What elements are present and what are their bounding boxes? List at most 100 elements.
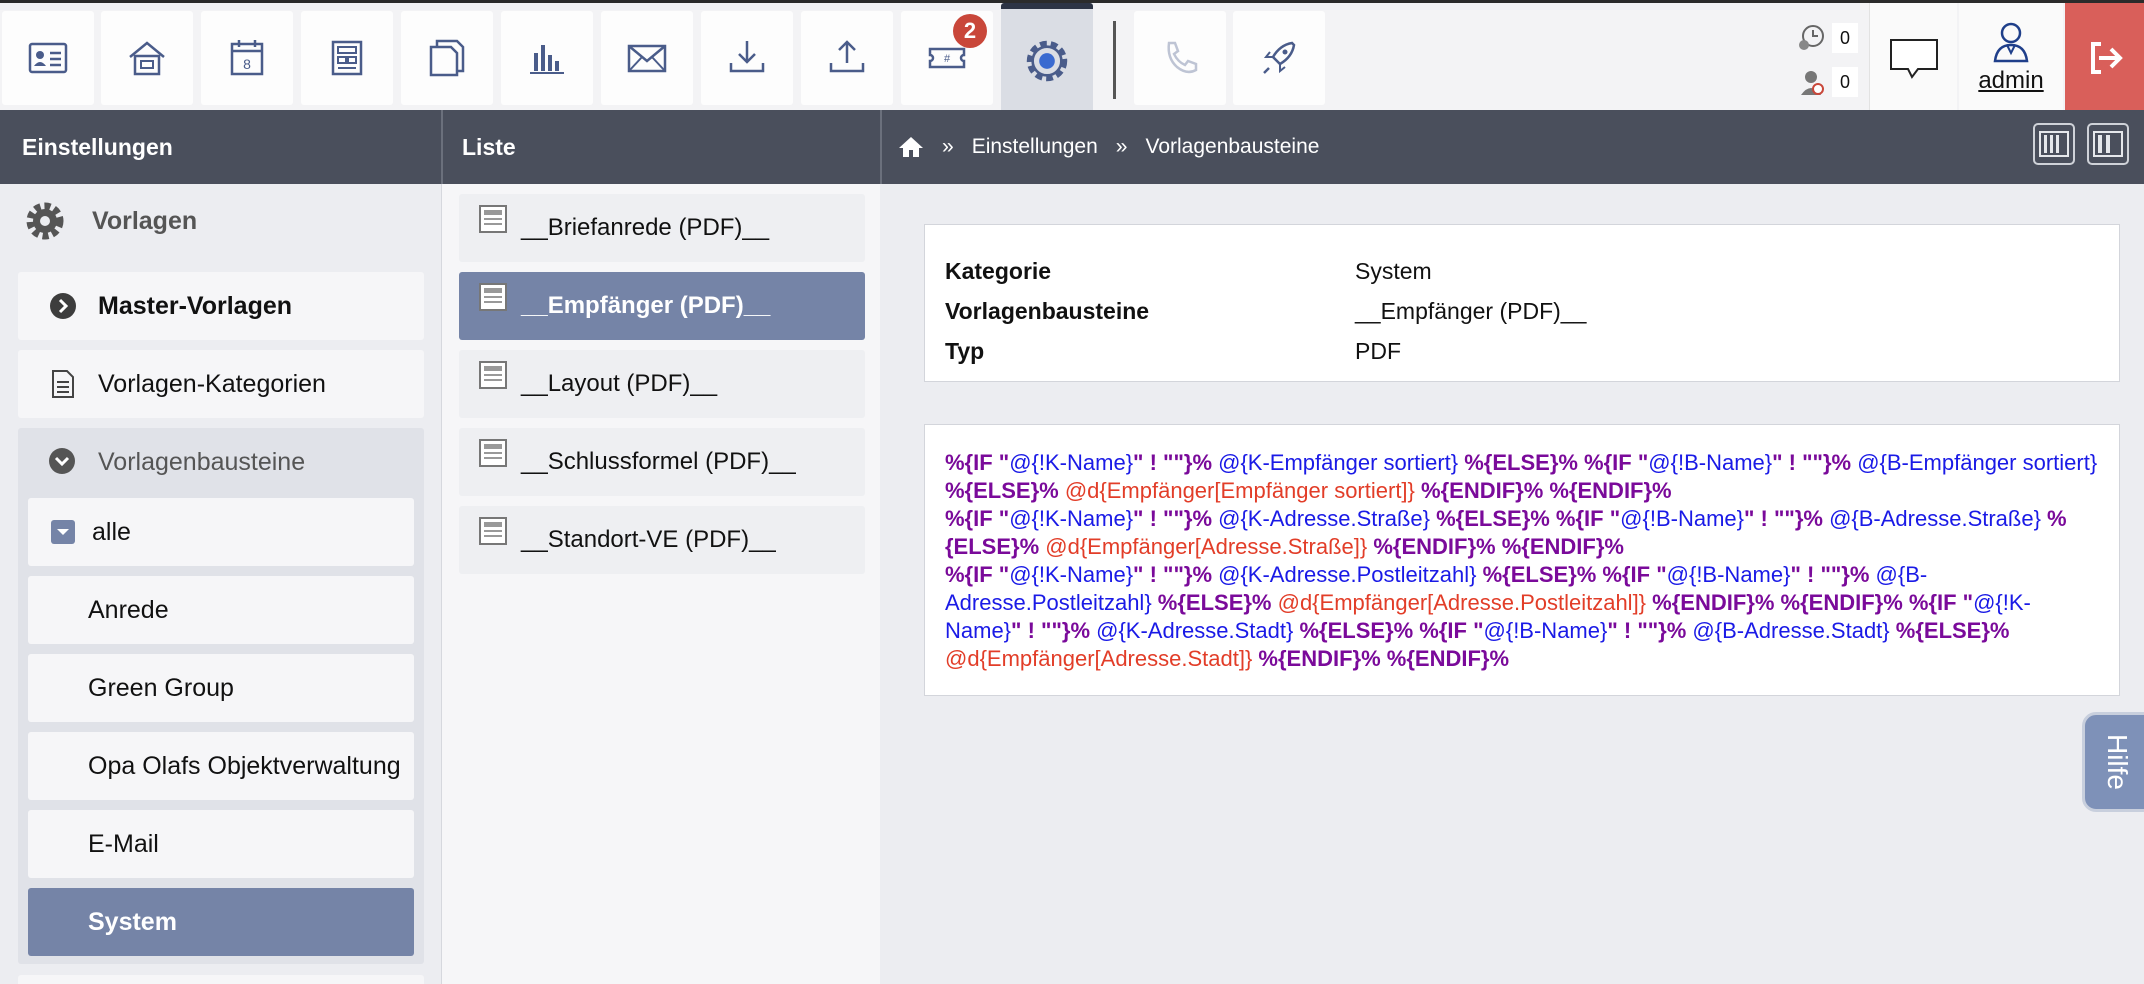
settings-column-title: Einstellungen bbox=[22, 133, 173, 160]
breadcrumb-settings[interactable]: Einstellungen bbox=[972, 135, 1098, 159]
toolbar-download-button[interactable] bbox=[701, 11, 793, 105]
sidebar-subitem-label: alle bbox=[92, 517, 131, 546]
user-count: 0 bbox=[1832, 67, 1858, 97]
template-block-icon bbox=[479, 283, 507, 311]
chevron-right-circle-icon bbox=[48, 291, 78, 321]
code-token: " ! ""}% bbox=[1133, 506, 1213, 531]
sidebar-subitem-label: Opa Olafs Objektverwaltung bbox=[88, 751, 401, 780]
toolbar-calendar-button[interactable]: 8 bbox=[201, 11, 293, 105]
settings-sidebar: Vorlagen Master-Vorlagen Vorlagen-Katego… bbox=[0, 184, 441, 984]
list-item[interactable]: __Schlussformel (PDF)__ bbox=[459, 428, 865, 496]
breadcrumb-separator: » bbox=[1115, 135, 1128, 158]
statistics-icon bbox=[530, 45, 564, 74]
code-token: %{IF " bbox=[945, 506, 1010, 531]
user-menu[interactable]: admin bbox=[1959, 3, 2063, 113]
code-token: @{!K-Name} bbox=[1009, 450, 1134, 475]
sidebar-item-label: Master-Vorlagen bbox=[98, 291, 293, 320]
toolbar-ticket-button[interactable]: # 2 bbox=[901, 11, 993, 105]
username-link[interactable]: admin bbox=[1978, 67, 2043, 95]
code-token: @{B-Empfänger sortiert} bbox=[1851, 450, 2098, 475]
code-token: %{ELSE}% bbox=[1157, 590, 1278, 615]
calendar-icon: 8 bbox=[230, 40, 264, 76]
sidebar-subitem-green-group[interactable]: Green Group bbox=[28, 654, 414, 722]
documents-icon bbox=[429, 39, 465, 77]
sidebar-item-label: Vorlagen-Kategorien bbox=[98, 369, 326, 398]
toolbar-settings-button[interactable] bbox=[1001, 3, 1093, 113]
code-token: %{IF " bbox=[945, 562, 1010, 587]
code-token: @d{Empfänger[Empfänger sortiert]} bbox=[1064, 478, 1415, 503]
list-column-title: Liste bbox=[462, 133, 516, 160]
home-icon[interactable] bbox=[898, 135, 924, 159]
info-value: PDF bbox=[1355, 337, 1401, 364]
svg-text:#: # bbox=[944, 53, 951, 65]
layout-three-columns-button[interactable] bbox=[2033, 123, 2075, 165]
chat-button[interactable] bbox=[1869, 3, 1957, 113]
user-counter[interactable]: 0 bbox=[1796, 65, 1858, 99]
gear-icon bbox=[26, 202, 64, 240]
breadcrumb-current: Vorlagenbausteine bbox=[1145, 135, 1320, 158]
ticket-count-badge: 2 bbox=[953, 14, 987, 48]
code-token: " ! ""}% bbox=[1133, 562, 1213, 587]
info-key: Kategorie bbox=[945, 257, 1052, 284]
sidebar-subitem-alle[interactable]: alle bbox=[28, 498, 414, 566]
list-item[interactable]: __Briefanrede (PDF)__ bbox=[459, 194, 865, 262]
help-tab[interactable]: Hilfe bbox=[2082, 712, 2144, 812]
code-token: @{K-Adresse.Stadt} bbox=[1090, 618, 1300, 643]
toolbar-contacts-button[interactable] bbox=[2, 11, 94, 105]
code-token: @{B-Adresse.Straße} bbox=[1822, 506, 2048, 531]
toolbar-statistics-button[interactable] bbox=[501, 11, 593, 105]
dropdown-toggle-icon[interactable] bbox=[50, 519, 76, 545]
list-item-selected[interactable]: __Empfänger (PDF)__ bbox=[459, 272, 865, 340]
code-token: @{!K-Name} bbox=[1009, 506, 1134, 531]
toolbar-rocket-button[interactable] bbox=[1233, 11, 1325, 105]
sidebar-subitem-label: Anrede bbox=[88, 595, 169, 624]
top-toolbar: 8 # 2 0 0 admin bbox=[0, 0, 2144, 113]
breadcrumb-separator: » bbox=[942, 135, 954, 158]
help-tab-label: Hilfe bbox=[2101, 733, 2133, 791]
sidebar-section-header: Vorlagen bbox=[22, 198, 197, 244]
sidebar-subitem-system[interactable]: System bbox=[28, 888, 414, 956]
code-token: %{IF " bbox=[945, 450, 1010, 475]
clock-counter[interactable]: 0 bbox=[1796, 21, 1858, 55]
toolbar-layout-button[interactable] bbox=[301, 11, 393, 105]
list-item[interactable]: __Standort-VE (PDF)__ bbox=[459, 506, 865, 574]
detail-pane: Kategorie System Vorlagenbausteine __Emp… bbox=[880, 184, 2144, 984]
code-token: %{ELSE}% %{IF " bbox=[1464, 450, 1649, 475]
list-item-label: __Briefanrede (PDF)__ bbox=[521, 214, 770, 241]
sidebar-item-vorlagen-kategorien[interactable]: Vorlagen-Kategorien bbox=[18, 350, 424, 418]
sidebar-item-master-vorlagen[interactable]: Master-Vorlagen bbox=[18, 272, 424, 340]
template-list: __Briefanrede (PDF)__ __Empfänger (PDF)_… bbox=[441, 184, 880, 984]
code-token: %{ENDIF}% %{ENDIF}% bbox=[1252, 646, 1510, 671]
settings-gear-icon bbox=[1026, 40, 1068, 82]
mail-icon bbox=[627, 44, 667, 73]
code-token: @{!B-Name} bbox=[1648, 450, 1773, 475]
sidebar-group-vorlagenbausteine: Vorlagenbausteine alle Anrede Green Grou… bbox=[18, 428, 424, 964]
code-token: @{K-Adresse.Postleitzahl} bbox=[1212, 562, 1483, 587]
code-token: @{!B-Name} bbox=[1483, 618, 1608, 643]
home-icon bbox=[129, 41, 165, 76]
sidebar-item-vorlagenbausteine[interactable]: Vorlagenbausteine bbox=[18, 428, 424, 496]
list-item[interactable]: __Layout (PDF)__ bbox=[459, 350, 865, 418]
rocket-icon bbox=[1263, 41, 1296, 74]
list-item-label: __Schlussformel (PDF)__ bbox=[521, 448, 796, 475]
sidebar-subitem-email[interactable]: E-Mail bbox=[28, 810, 414, 878]
chevron-down-circle-icon bbox=[48, 447, 78, 477]
list-item-label: __Standort-VE (PDF)__ bbox=[521, 526, 776, 553]
code-token: " ! ""}% bbox=[1772, 450, 1852, 475]
toolbar-documents-button[interactable] bbox=[401, 11, 493, 105]
sidebar-section-title: Vorlagen bbox=[92, 206, 198, 235]
info-row-vorlagenbausteine: Vorlagenbausteine __Empfänger (PDF)__ bbox=[945, 291, 2099, 331]
toolbar-upload-button[interactable] bbox=[801, 11, 893, 105]
layout-two-columns-button[interactable] bbox=[2087, 123, 2129, 165]
code-token: @d{Empfänger[Adresse.Straße]} bbox=[1045, 534, 1368, 559]
template-code-content: %{IF "@{!K-Name}" ! ""}% @{K-Empfänger s… bbox=[924, 424, 2120, 696]
toolbar-home-button[interactable] bbox=[101, 11, 193, 105]
code-token: " ! ""}% bbox=[1607, 618, 1687, 643]
logout-button[interactable] bbox=[2065, 3, 2144, 113]
toolbar-phone-button[interactable] bbox=[1134, 11, 1226, 105]
sidebar-subitem-anrede[interactable]: Anrede bbox=[28, 576, 414, 644]
sidebar-subitem-opa-olafs[interactable]: Opa Olafs Objektverwaltung bbox=[28, 732, 414, 800]
document-icon bbox=[48, 369, 78, 399]
toolbar-mail-button[interactable] bbox=[601, 11, 693, 105]
template-block-icon bbox=[479, 361, 507, 389]
